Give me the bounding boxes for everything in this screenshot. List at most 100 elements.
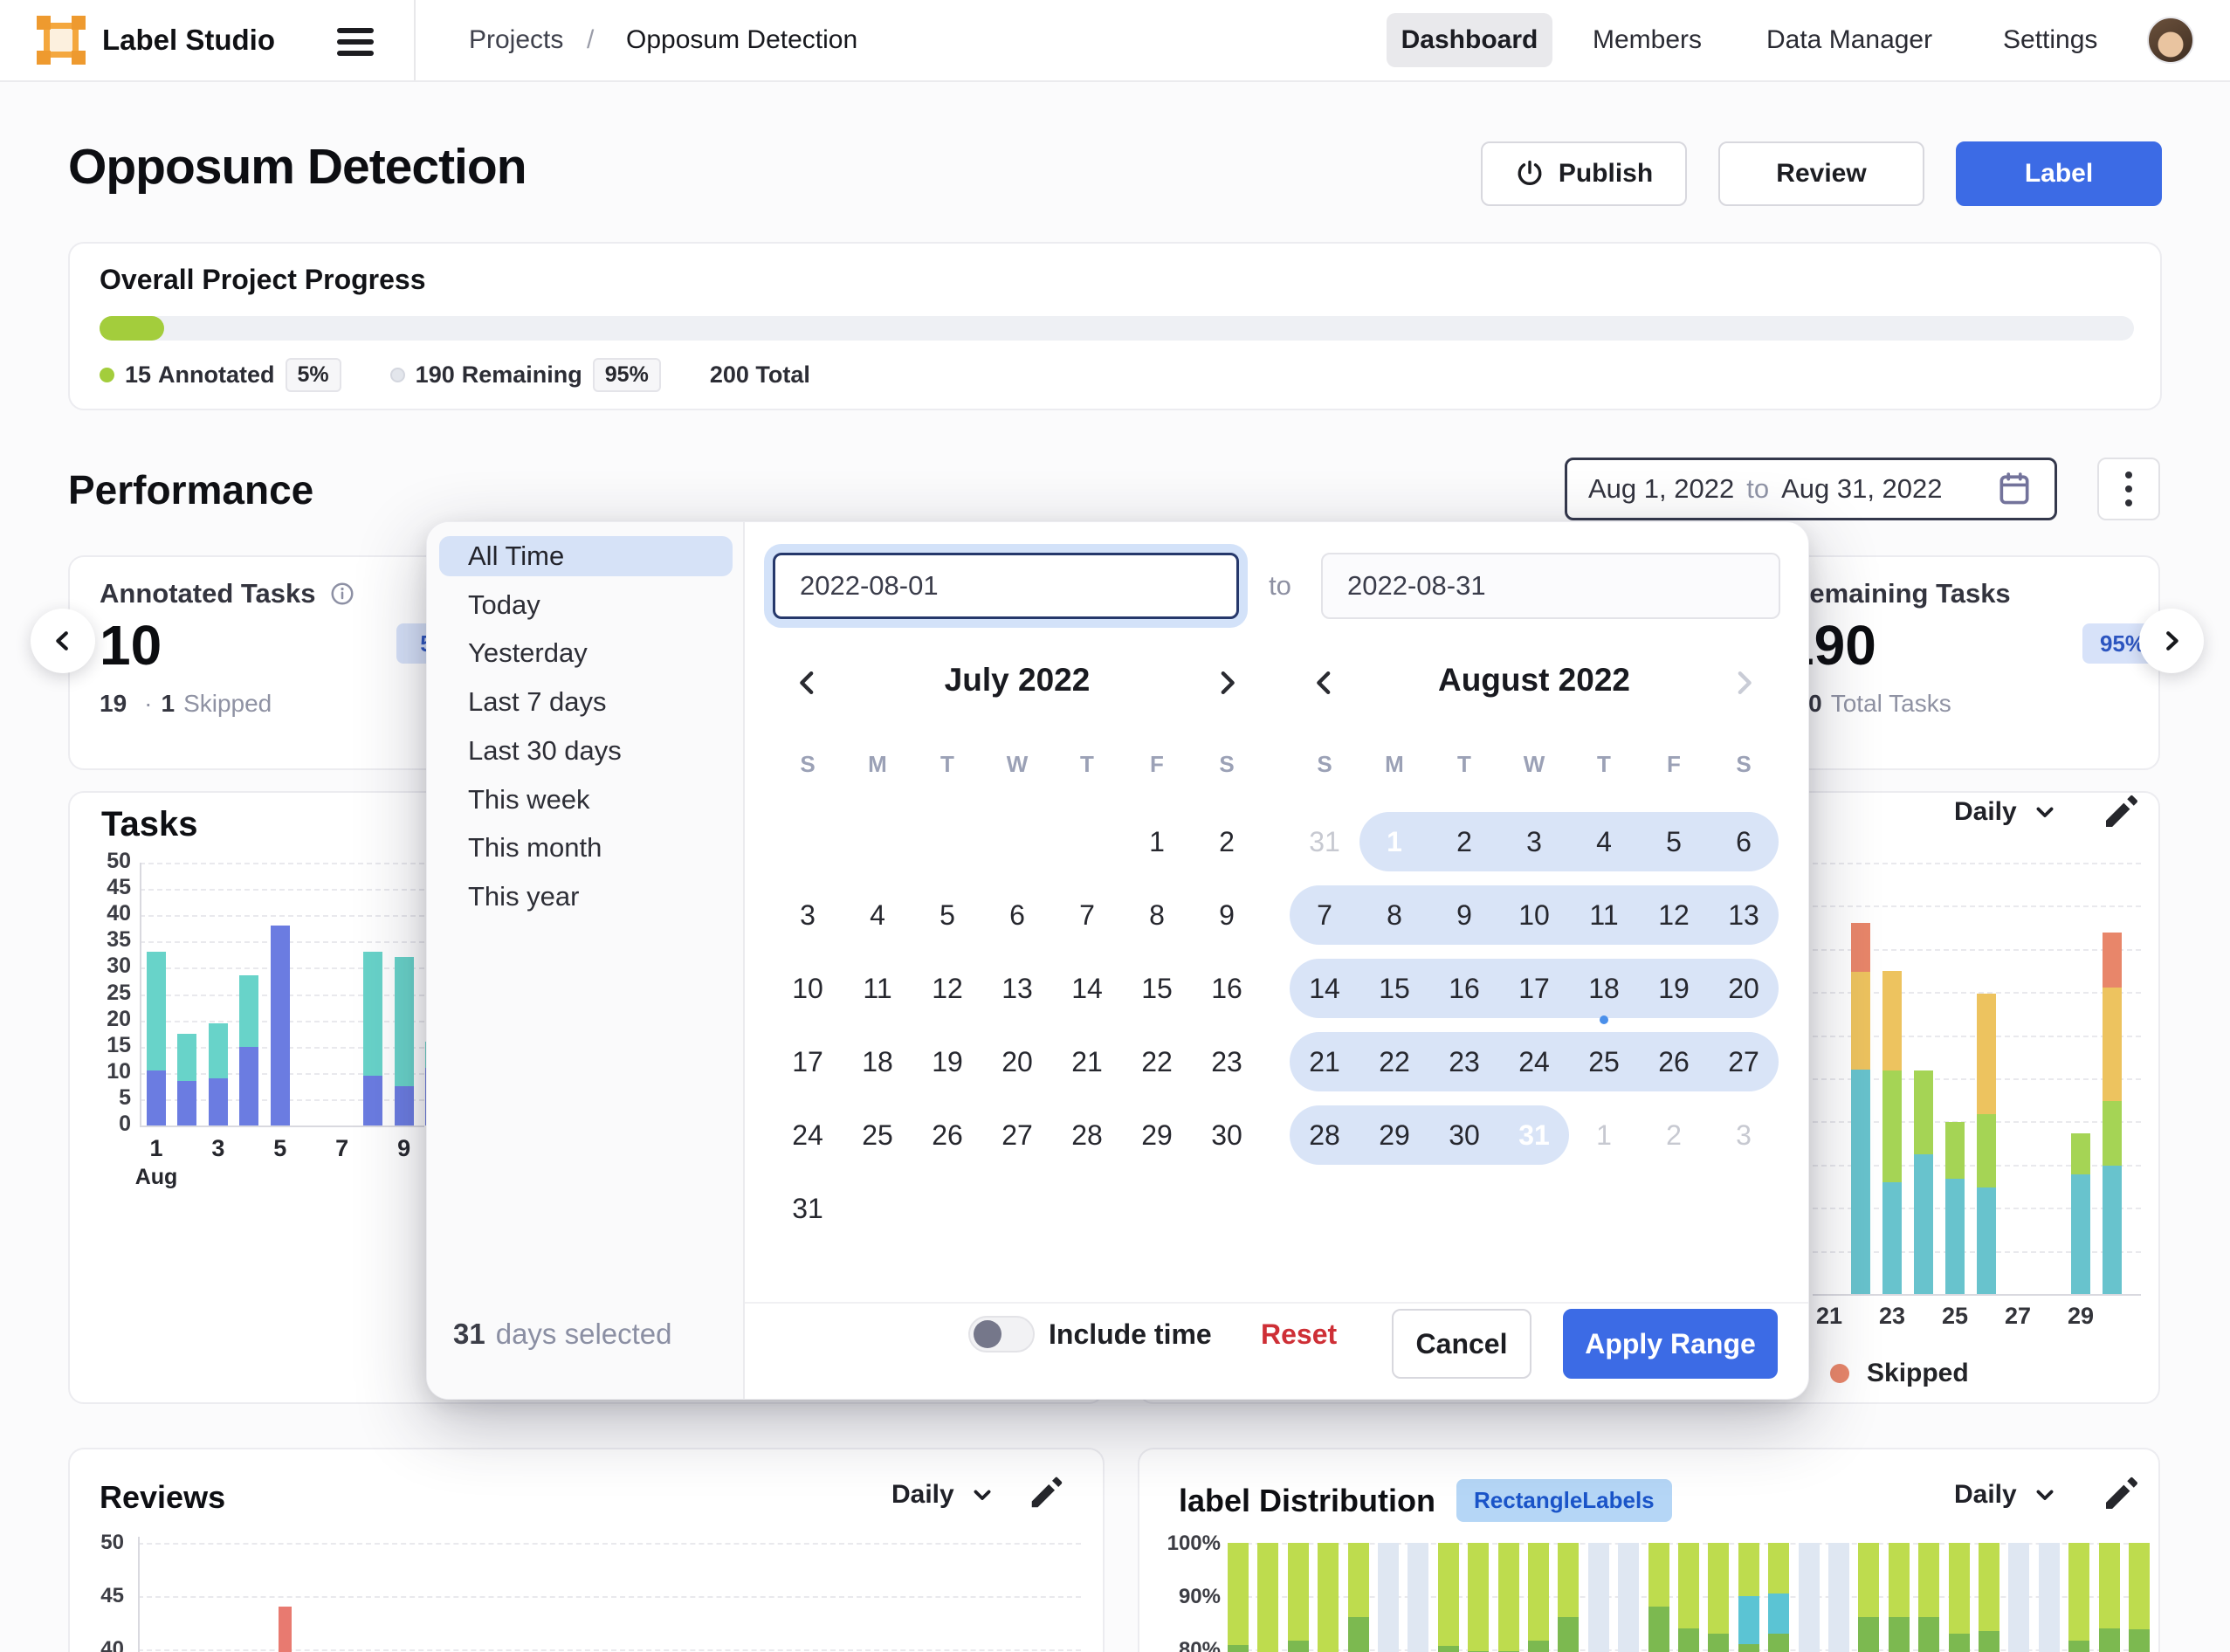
calendar-day[interactable]: 12 bbox=[1639, 878, 1709, 952]
preset-yesterday[interactable]: Yesterday bbox=[439, 633, 733, 673]
calendar-day[interactable]: 15 bbox=[1359, 952, 1429, 1025]
calendar-day[interactable]: 7 bbox=[1052, 878, 1122, 952]
label-studio-logo-icon[interactable] bbox=[37, 16, 86, 65]
calendar-day[interactable]: 2 bbox=[1429, 805, 1499, 878]
end-date-input[interactable] bbox=[1321, 553, 1780, 619]
calendar-day[interactable]: 22 bbox=[1359, 1025, 1429, 1098]
calendar-day[interactable]: 29 bbox=[1122, 1098, 1192, 1172]
annotations-bar-aug-24 bbox=[1914, 1070, 1933, 1154]
calendar-day[interactable]: 26 bbox=[912, 1098, 982, 1172]
nav-data-manager[interactable]: Data Manager bbox=[1766, 0, 1932, 80]
calendar-day[interactable]: 4 bbox=[1569, 805, 1639, 878]
cancel-button[interactable]: Cancel bbox=[1392, 1309, 1531, 1379]
calendar-day[interactable]: 27 bbox=[982, 1098, 1052, 1172]
calendar-day[interactable]: 1 bbox=[1359, 805, 1429, 878]
calendar-day[interactable]: 22 bbox=[1122, 1025, 1192, 1098]
calendar-day[interactable]: 4 bbox=[843, 878, 912, 952]
preset-last-30-days[interactable]: Last 30 days bbox=[439, 731, 733, 771]
nav-settings[interactable]: Settings bbox=[2003, 0, 2097, 80]
calendar-day[interactable]: 20 bbox=[1709, 952, 1779, 1025]
preset-this-week[interactable]: This week bbox=[439, 780, 733, 820]
calendar-day[interactable]: 9 bbox=[1192, 878, 1262, 952]
calendar-day[interactable]: 13 bbox=[982, 952, 1052, 1025]
calendar-day[interactable]: 20 bbox=[982, 1025, 1052, 1098]
calendar-day[interactable]: 31 bbox=[1499, 1098, 1569, 1172]
calendar-day[interactable]: 12 bbox=[912, 952, 982, 1025]
calendar-day[interactable]: 25 bbox=[843, 1098, 912, 1172]
calendar-day[interactable]: 5 bbox=[1639, 805, 1709, 878]
calendar-day[interactable]: 14 bbox=[1052, 952, 1122, 1025]
calendar-day[interactable]: 3 bbox=[773, 878, 843, 952]
ld-bar-aug-24 bbox=[1918, 1543, 1939, 1617]
calendar-day[interactable]: 21 bbox=[1290, 1025, 1359, 1098]
calendar-day[interactable]: 24 bbox=[773, 1098, 843, 1172]
calendar-day[interactable]: 23 bbox=[1429, 1025, 1499, 1098]
calendar-day[interactable]: 10 bbox=[773, 952, 843, 1025]
calendar-day[interactable]: 8 bbox=[1359, 878, 1429, 952]
user-avatar[interactable] bbox=[2147, 17, 2194, 64]
calendar-day[interactable]: 18 bbox=[1569, 952, 1639, 1025]
annotations-bar-aug-23 bbox=[1882, 1070, 1902, 1181]
preset-today[interactable]: Today bbox=[439, 585, 733, 625]
calendar-next-month-icon[interactable] bbox=[1209, 665, 1244, 700]
cards-prev-button[interactable] bbox=[31, 609, 95, 673]
calendar-day[interactable]: 21 bbox=[1052, 1025, 1122, 1098]
nav-dashboard[interactable]: Dashboard bbox=[1387, 13, 1552, 67]
calendar-day[interactable]: 2 bbox=[1639, 1098, 1709, 1172]
calendar-day[interactable]: 30 bbox=[1429, 1098, 1499, 1172]
calendar-day[interactable]: 23 bbox=[1192, 1025, 1262, 1098]
preset-all-time[interactable]: All Time bbox=[439, 536, 733, 576]
calendar-prev-month-icon[interactable] bbox=[1307, 665, 1342, 700]
start-date-input[interactable] bbox=[773, 553, 1239, 619]
hamburger-menu-icon[interactable] bbox=[337, 22, 374, 62]
calendar-day[interactable]: 31 bbox=[1290, 805, 1359, 878]
calendar-day[interactable]: 2 bbox=[1192, 805, 1262, 878]
weekday-label: W bbox=[982, 751, 1052, 778]
calendar-day[interactable]: 17 bbox=[1499, 952, 1569, 1025]
cards-next-button[interactable] bbox=[2139, 609, 2204, 673]
calendar-day[interactable]: 19 bbox=[912, 1025, 982, 1098]
calendar-day[interactable]: 5 bbox=[912, 878, 982, 952]
tasks-x-tick: 1 bbox=[149, 1135, 162, 1162]
apply-range-button[interactable]: Apply Range bbox=[1563, 1309, 1778, 1379]
calendar-day[interactable]: 1 bbox=[1569, 1098, 1639, 1172]
ld-bar-aug-11 bbox=[1528, 1641, 1549, 1652]
calendar-day[interactable]: 7 bbox=[1290, 878, 1359, 952]
calendar-day[interactable]: 31 bbox=[773, 1172, 843, 1245]
calendar-day[interactable]: 9 bbox=[1429, 878, 1499, 952]
calendar-day[interactable]: 24 bbox=[1499, 1025, 1569, 1098]
calendar-day[interactable]: 10 bbox=[1499, 878, 1569, 952]
preset-this-month[interactable]: This month bbox=[439, 828, 733, 868]
calendar-day[interactable]: 28 bbox=[1290, 1098, 1359, 1172]
calendar-day[interactable]: 16 bbox=[1429, 952, 1499, 1025]
preset-this-year[interactable]: This year bbox=[439, 877, 733, 917]
calendar-next-month-icon[interactable] bbox=[1726, 665, 1761, 700]
calendar-day[interactable]: 6 bbox=[982, 878, 1052, 952]
preset-last-7-days[interactable]: Last 7 days bbox=[439, 682, 733, 722]
calendar-day[interactable]: 8 bbox=[1122, 878, 1192, 952]
calendar-day[interactable]: 25 bbox=[1569, 1025, 1639, 1098]
calendar-day[interactable]: 28 bbox=[1052, 1098, 1122, 1172]
calendar-day[interactable]: 30 bbox=[1192, 1098, 1262, 1172]
calendar-day[interactable]: 18 bbox=[843, 1025, 912, 1098]
calendar-day[interactable]: 1 bbox=[1122, 805, 1192, 878]
calendar-day[interactable]: 19 bbox=[1639, 952, 1709, 1025]
calendar-day[interactable]: 27 bbox=[1709, 1025, 1779, 1098]
calendar-day[interactable]: 16 bbox=[1192, 952, 1262, 1025]
calendar-day[interactable]: 29 bbox=[1359, 1098, 1429, 1172]
include-time-toggle[interactable] bbox=[968, 1316, 1035, 1353]
calendar-day[interactable]: 26 bbox=[1639, 1025, 1709, 1098]
calendar-day[interactable]: 6 bbox=[1709, 805, 1779, 878]
calendar-day[interactable]: 11 bbox=[1569, 878, 1639, 952]
calendar-day[interactable]: 17 bbox=[773, 1025, 843, 1098]
nav-members[interactable]: Members bbox=[1593, 0, 1702, 80]
calendar-day[interactable]: 11 bbox=[843, 952, 912, 1025]
calendar-day[interactable]: 3 bbox=[1709, 1098, 1779, 1172]
calendar-day[interactable]: 3 bbox=[1499, 805, 1569, 878]
reset-button[interactable]: Reset bbox=[1261, 1313, 1337, 1355]
calendar-day[interactable]: 14 bbox=[1290, 952, 1359, 1025]
breadcrumb-projects[interactable]: Projects bbox=[469, 0, 563, 80]
calendar-prev-month-icon[interactable] bbox=[790, 665, 825, 700]
calendar-day[interactable]: 13 bbox=[1709, 878, 1779, 952]
calendar-day[interactable]: 15 bbox=[1122, 952, 1192, 1025]
